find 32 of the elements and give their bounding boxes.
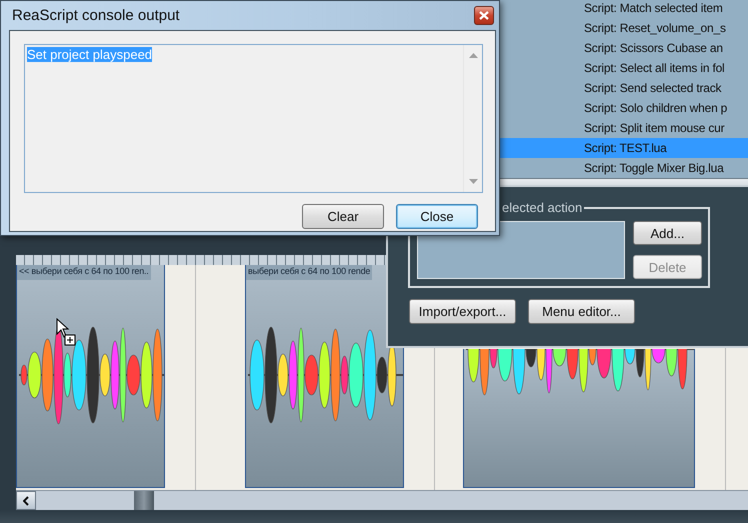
cursor-icon bbox=[56, 318, 78, 348]
action-list-item[interactable]: Script: Toggle Mixer Big.lua bbox=[500, 158, 748, 178]
media-item[interactable]: выбери себя с 64 по 100 rende bbox=[245, 265, 404, 488]
timeline-ruler[interactable] bbox=[16, 255, 386, 265]
action-list-item[interactable]: Script: TEST.lua bbox=[500, 138, 748, 158]
group-label: elected action bbox=[500, 200, 584, 215]
dialog-button[interactable]: Close bbox=[396, 204, 478, 229]
close-icon bbox=[479, 11, 489, 20]
action-list-item[interactable]: Script: Match selected item bbox=[500, 0, 748, 18]
media-item[interactable]: << выбери себя с 64 по 100 ren.. bbox=[16, 265, 165, 488]
action-list-item[interactable]: Script: Reset_volume_on_s bbox=[500, 18, 748, 38]
scroll-left-button[interactable] bbox=[16, 491, 36, 510]
action-button[interactable]: Add... bbox=[633, 221, 702, 245]
scroll-up-icon[interactable] bbox=[468, 53, 478, 58]
action-list-item[interactable]: Script: Solo children when p bbox=[500, 98, 748, 118]
dialog-button[interactable]: Import/export... bbox=[409, 299, 516, 324]
close-button[interactable] bbox=[474, 6, 494, 25]
chevron-left-icon bbox=[23, 496, 29, 506]
dialog-button[interactable]: Clear bbox=[302, 204, 384, 229]
action-list-item[interactable]: Script: Send selected track bbox=[500, 78, 748, 98]
media-item[interactable] bbox=[463, 349, 695, 488]
scroll-thumb[interactable] bbox=[134, 491, 154, 510]
window-title: ReaScript console output bbox=[12, 7, 181, 24]
dialog-button[interactable]: Menu editor... bbox=[528, 299, 635, 324]
shortcut-list[interactable] bbox=[417, 221, 625, 279]
item-label: выбери себя с 64 по 100 rende bbox=[246, 265, 372, 280]
action-list-item[interactable]: Script: Split item mouse cur bbox=[500, 118, 748, 138]
action-list-item[interactable]: Script: Scissors Cubase an bbox=[500, 38, 748, 58]
item-label: << выбери себя с 64 по 100 ren.. bbox=[17, 265, 151, 280]
action-list-item[interactable]: Script: Select all items in fol bbox=[500, 58, 748, 78]
horizontal-scrollbar[interactable] bbox=[16, 490, 748, 510]
output-text: Set project playspeed bbox=[27, 47, 152, 62]
